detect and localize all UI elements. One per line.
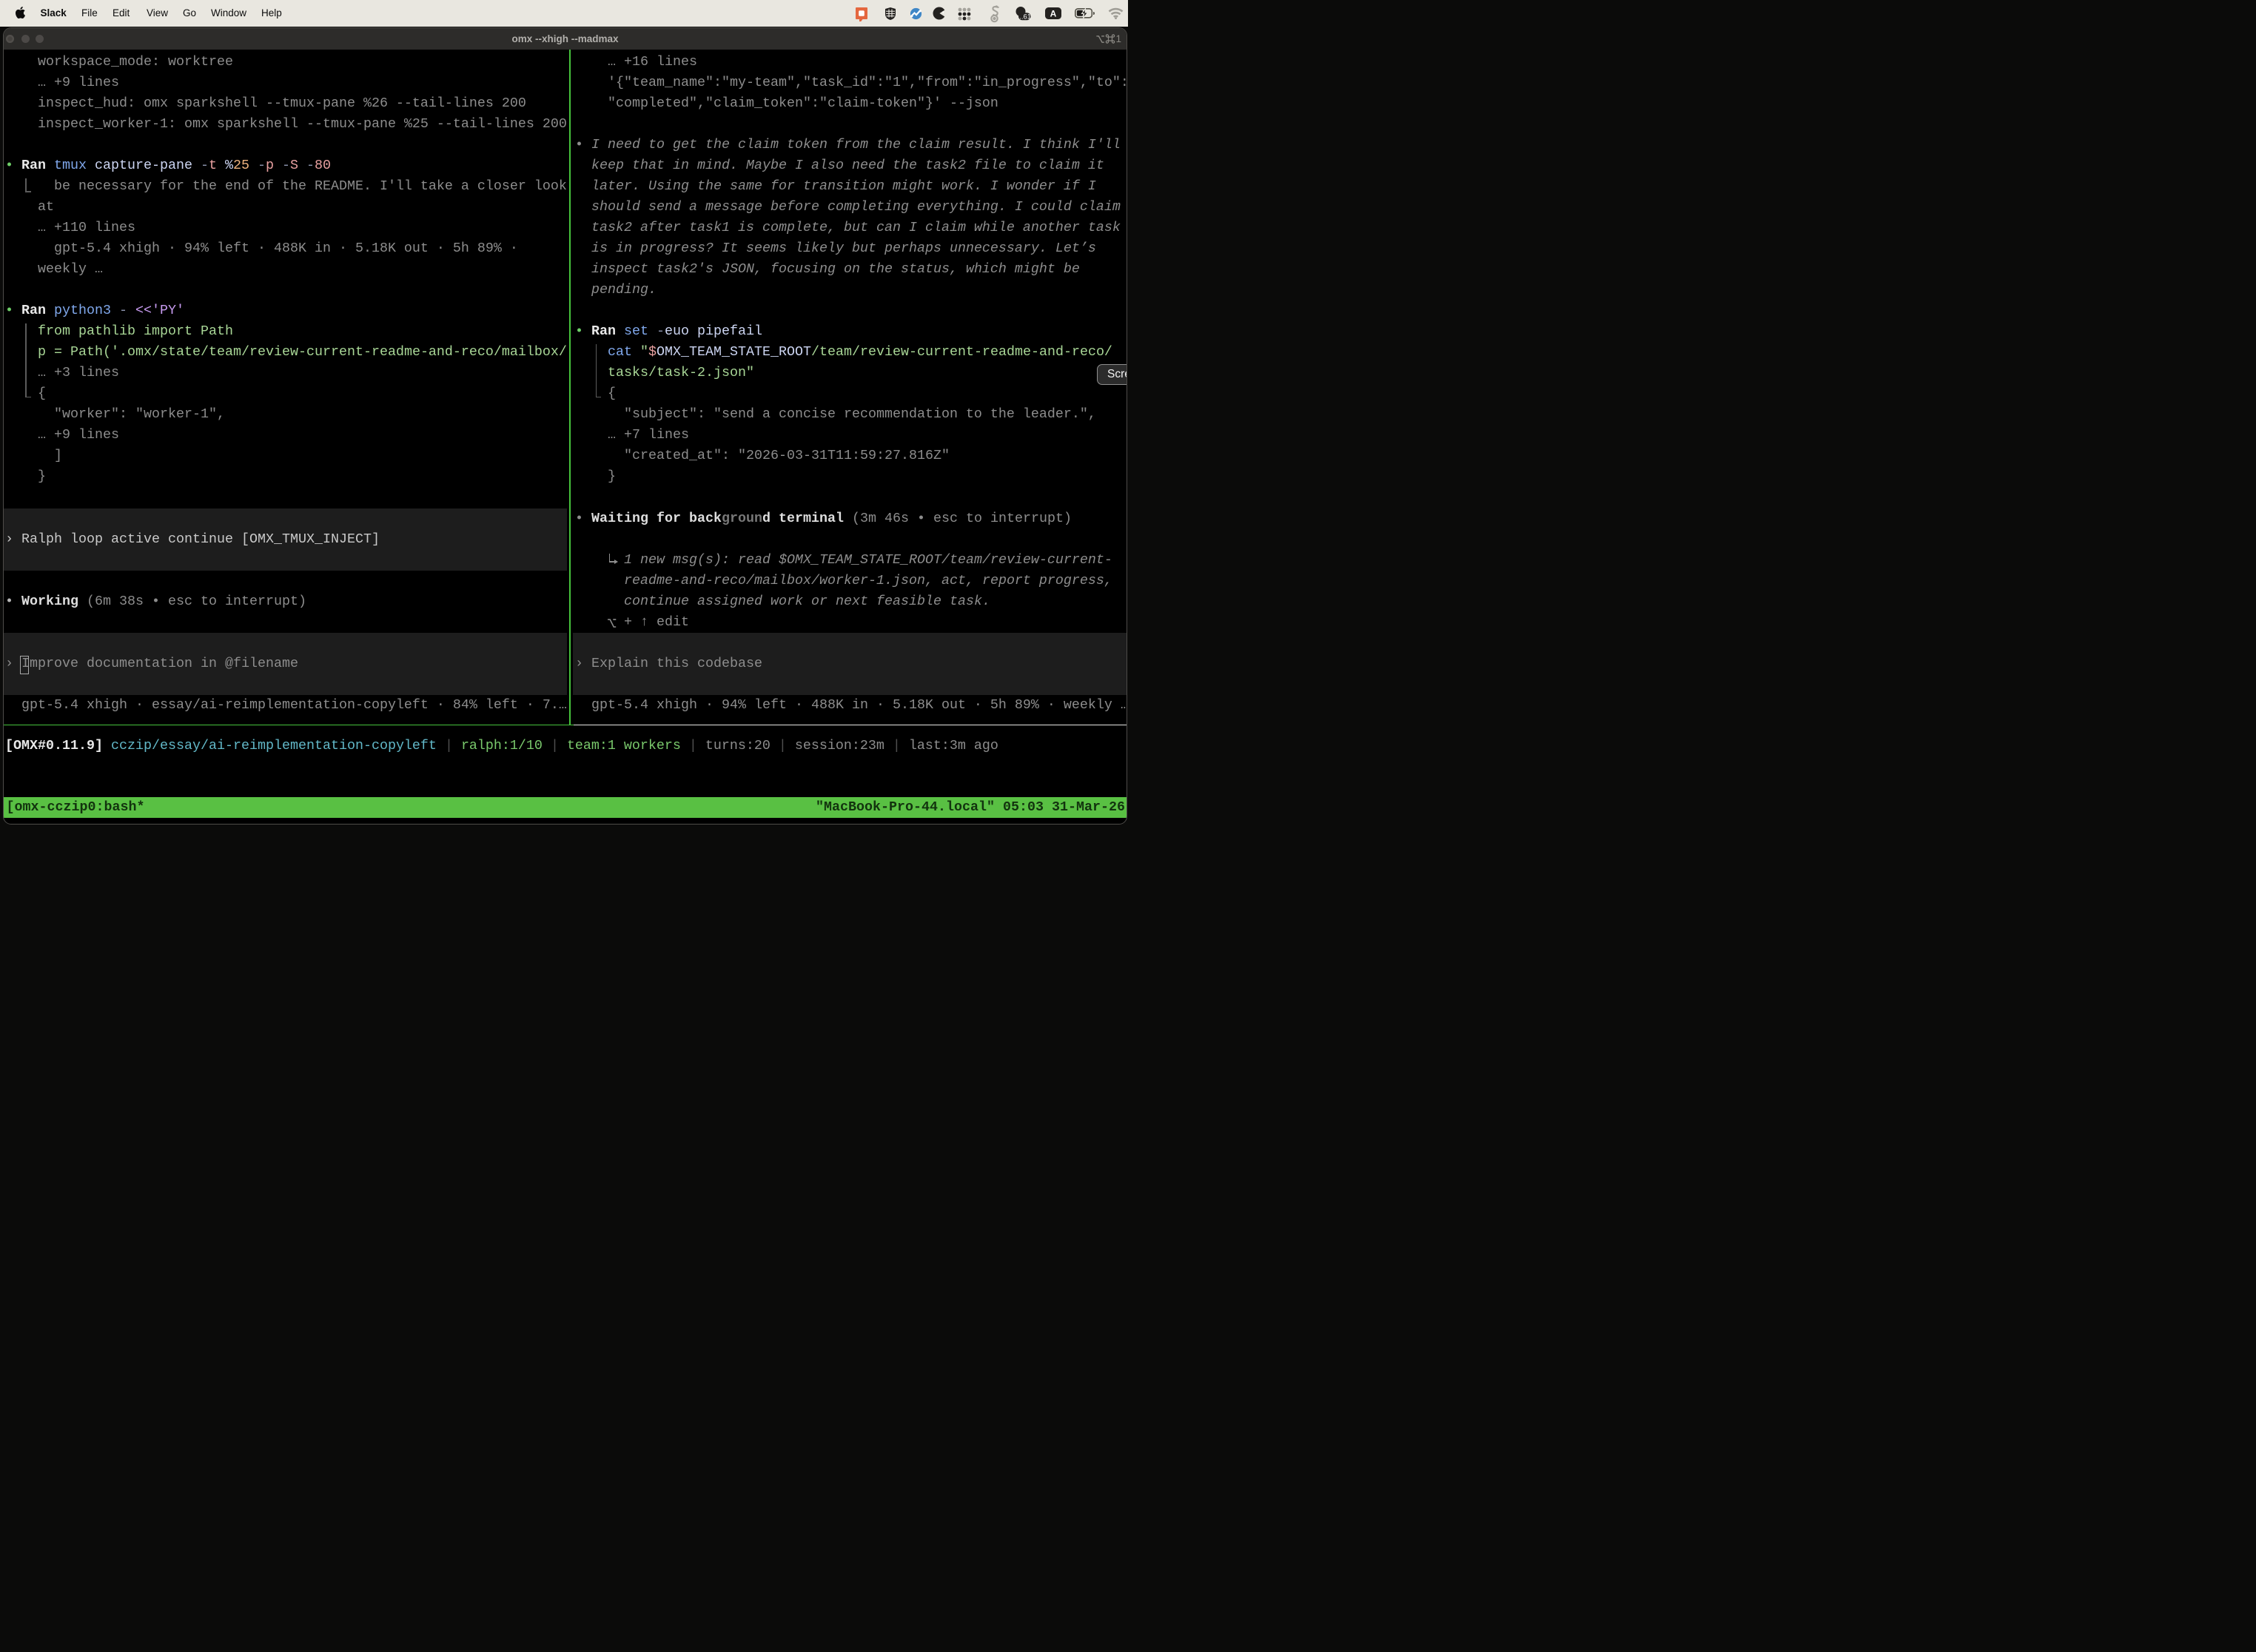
svg-text:A: A	[1050, 9, 1057, 19]
svg-text:..61: ..61	[1019, 13, 1031, 21]
